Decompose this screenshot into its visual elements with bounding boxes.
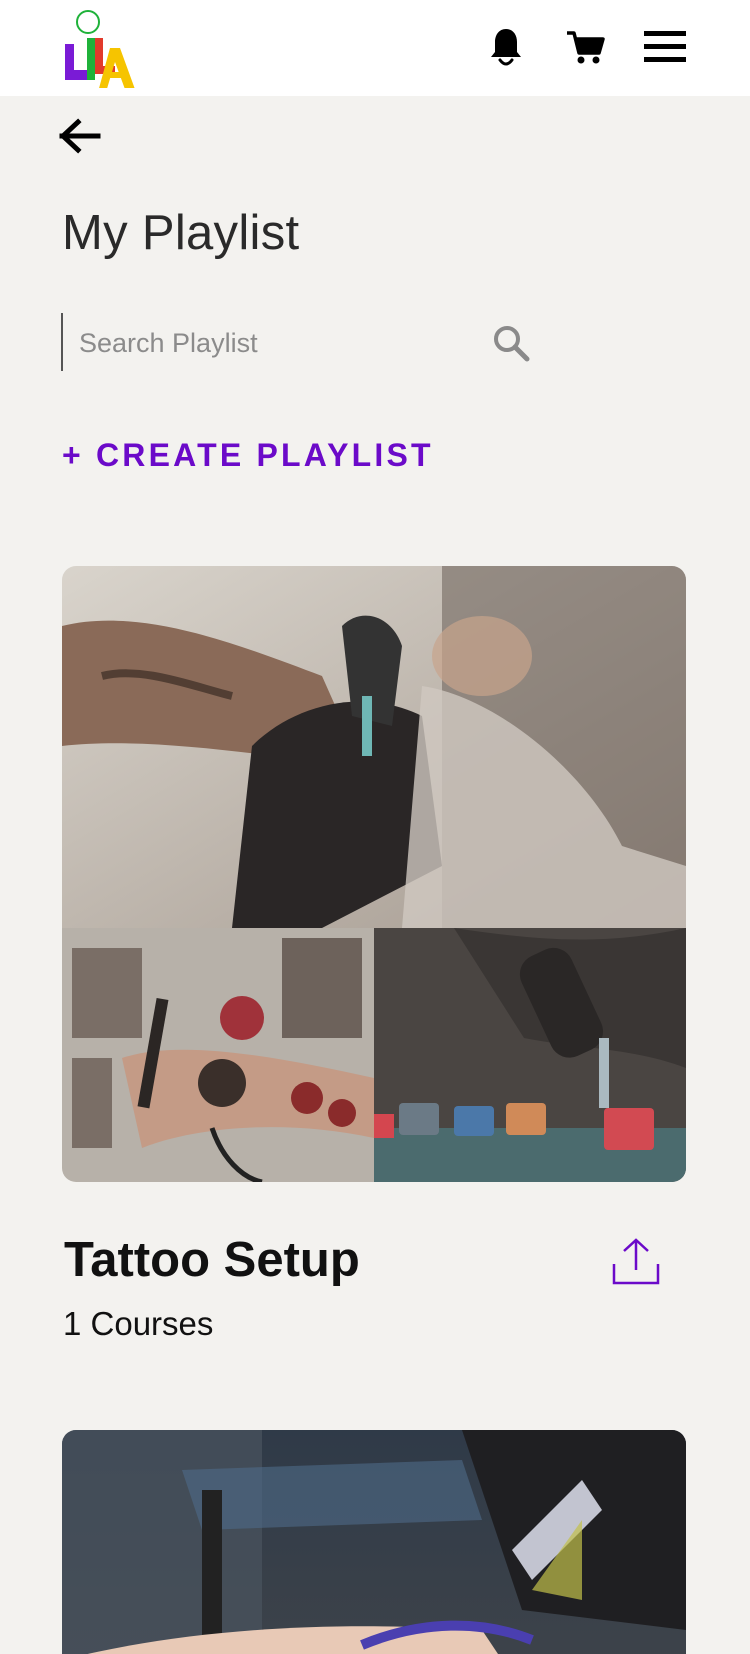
playlist-cover-image: [374, 928, 686, 1182]
search-icon[interactable]: [491, 323, 533, 365]
arrow-left-icon: [59, 118, 101, 154]
playlist-cover-image: [62, 928, 374, 1182]
cart-icon[interactable]: [562, 24, 608, 70]
playlist-course-count: 1 Courses: [63, 1305, 214, 1342]
menu-icon[interactable]: [642, 24, 688, 70]
playlist-cover-mosaic[interactable]: [62, 566, 686, 1182]
lila-logo[interactable]: [60, 8, 140, 92]
share-icon[interactable]: [610, 1236, 662, 1288]
search-input[interactable]: [79, 323, 459, 363]
create-playlist-button[interactable]: + CREATE PLAYLIST: [62, 437, 434, 474]
text-cursor: [61, 313, 63, 371]
playlist-name[interactable]: Tattoo Setup: [64, 1232, 360, 1288]
page-title: My Playlist: [62, 206, 300, 260]
bell-icon[interactable]: [483, 24, 529, 70]
playlist-cover-image: [62, 566, 686, 928]
playlist-cover-image[interactable]: [62, 1430, 686, 1654]
back-button[interactable]: [58, 114, 104, 160]
top-bar: [0, 0, 750, 96]
search-bar: [61, 313, 541, 373]
